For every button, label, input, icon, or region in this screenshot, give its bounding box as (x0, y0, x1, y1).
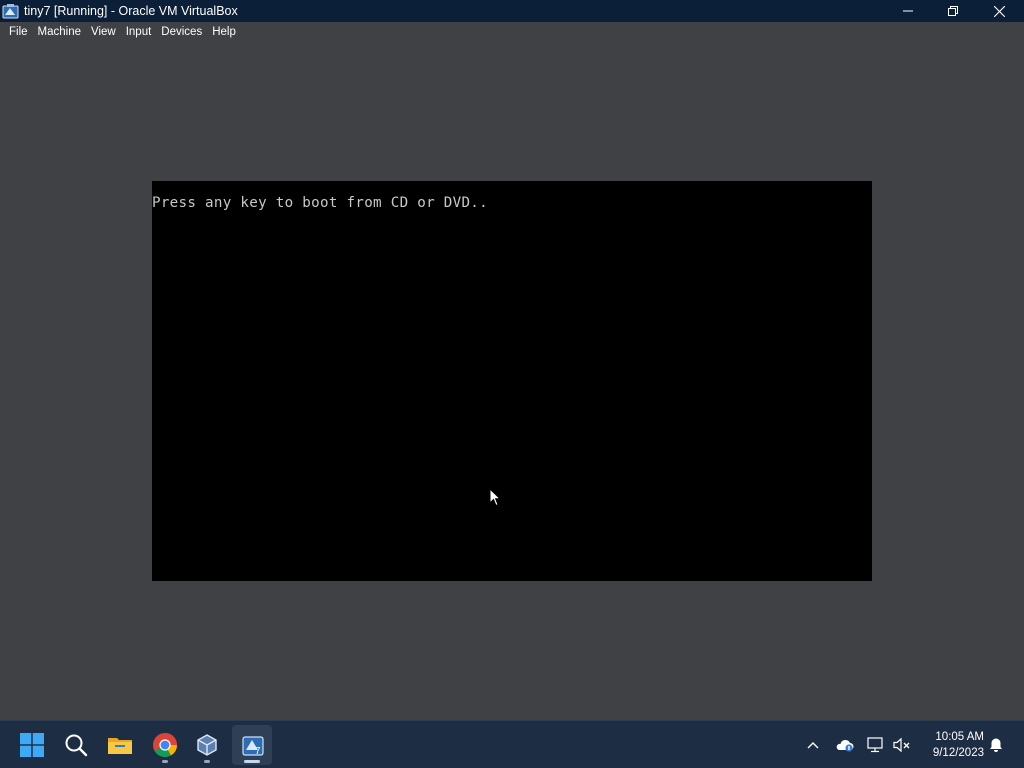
menu-input[interactable]: Input (121, 22, 157, 42)
volume-muted-icon (893, 737, 910, 753)
notifications-button[interactable] (986, 735, 1006, 755)
active-indicator (244, 760, 260, 763)
menu-devices[interactable]: Devices (156, 22, 207, 42)
close-icon (993, 5, 1005, 17)
onedrive-tray-button[interactable] (835, 735, 855, 755)
boot-prompt-text: Press any key to boot from CD or DVD.. (152, 195, 488, 211)
file-explorer-button[interactable] (100, 725, 140, 765)
volume-tray-button[interactable] (892, 735, 912, 755)
start-button[interactable] (12, 725, 52, 765)
virtualbox-cube-icon (197, 734, 217, 756)
mouse-cursor-icon (489, 488, 501, 507)
bell-icon (990, 738, 1002, 752)
vm-display[interactable]: Press any key to boot from CD or DVD.. (152, 181, 872, 581)
show-hidden-icons-button[interactable] (803, 735, 823, 755)
clock-date: 9/12/2023 (932, 747, 984, 759)
virtualbox-vm-icon: 7 (242, 736, 264, 757)
window-title: tiny7 [Running] - Oracle VM VirtualBox (24, 4, 238, 18)
chevron-up-icon (807, 742, 819, 749)
tiny7-vm-taskbar-button[interactable]: 7 (232, 725, 272, 765)
restore-button[interactable] (930, 0, 976, 22)
restore-icon (948, 6, 958, 16)
taskbar: 7 10:05 AM 9/12/2023 (0, 720, 1024, 768)
running-indicator (162, 760, 168, 763)
folder-icon (108, 738, 132, 754)
search-icon (65, 734, 88, 757)
menu-view[interactable]: View (86, 22, 121, 42)
svg-text:7: 7 (255, 746, 261, 757)
chrome-icon (153, 733, 177, 758)
taskbar-clock[interactable]: 10:05 AM 9/12/2023 (918, 729, 984, 761)
network-icon (867, 737, 883, 753)
menu-machine[interactable]: Machine (33, 22, 86, 42)
windows-logo-icon (20, 733, 44, 757)
running-indicator (204, 760, 210, 763)
virtualbox-icon (2, 3, 19, 20)
menu-file[interactable]: File (4, 22, 33, 42)
title-bar[interactable]: tiny7 [Running] - Oracle VM VirtualBox (0, 0, 1024, 22)
onedrive-icon (836, 739, 854, 752)
menu-help[interactable]: Help (207, 22, 241, 42)
minimize-icon (903, 10, 913, 12)
close-button[interactable] (976, 0, 1022, 22)
network-tray-button[interactable] (866, 735, 886, 755)
clock-time: 10:05 AM (935, 731, 984, 743)
menu-bar: File Machine View Input Devices Help (0, 22, 1024, 42)
virtualbox-manager-button[interactable] (187, 725, 227, 765)
minimize-button[interactable] (885, 0, 931, 22)
chrome-button[interactable] (145, 725, 185, 765)
search-button[interactable] (56, 725, 96, 765)
